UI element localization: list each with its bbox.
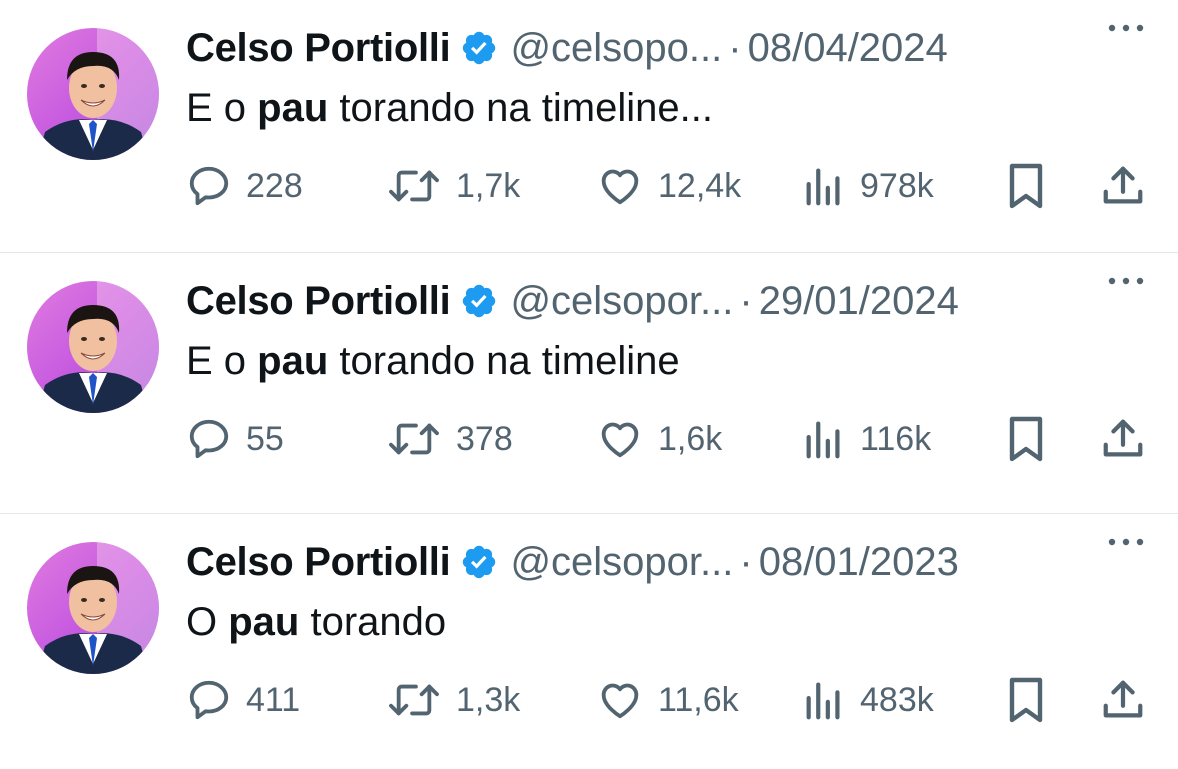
retweet-button[interactable]: 1,7k [386, 160, 520, 212]
retweet-icon [389, 170, 439, 202]
share-upload-icon [1103, 166, 1143, 204]
views-button[interactable]: 483k [802, 674, 934, 726]
bookmark-button[interactable] [1004, 674, 1048, 726]
avatar[interactable] [27, 542, 159, 674]
retweet-button[interactable]: 378 [386, 413, 513, 465]
author-handle[interactable]: @celsopo... [510, 26, 722, 71]
share-button[interactable] [1100, 413, 1146, 465]
views-count: 978k [860, 166, 934, 205]
reply-count: 411 [246, 680, 301, 719]
tweet-header: Celso Portiolli @celsopor... · 08/01/202… [186, 536, 1138, 588]
views-count: 116k [860, 419, 932, 458]
views-count: 483k [860, 680, 934, 719]
action-bar: 411 1,3k 11,6k 483k [186, 674, 1154, 726]
heart-icon [601, 422, 639, 458]
tweet-date[interactable]: 08/04/2024 [748, 26, 948, 71]
verified-badge-icon [463, 284, 496, 318]
avatar[interactable] [27, 28, 159, 160]
heart-icon [601, 683, 639, 719]
reply-count: 55 [246, 419, 284, 458]
tweet-header: Celso Portiolli @celsopo... · 08/04/2024 [186, 22, 1138, 74]
author-name[interactable]: Celso Portiolli [186, 26, 451, 71]
bookmark-button[interactable] [1004, 160, 1048, 212]
tweet-text: O pau torando [186, 600, 447, 644]
retweet-icon [389, 423, 439, 455]
tweet-text-bold: pau [257, 86, 329, 130]
share-button[interactable] [1100, 674, 1146, 726]
speech-bubble-icon [189, 680, 229, 720]
views-button[interactable]: 116k [802, 413, 931, 465]
separator-dot: · [728, 25, 742, 70]
timeline: Celso Portiolli @celsopo... · 08/04/2024… [0, 0, 1178, 769]
bookmark-button[interactable] [1004, 413, 1048, 465]
like-count: 11,6k [658, 680, 739, 719]
bookmark-icon [1009, 416, 1043, 462]
bookmark-icon [1009, 677, 1043, 723]
retweet-button[interactable]: 1,3k [386, 674, 520, 726]
retweet-count: 1,3k [456, 680, 521, 719]
action-bar: 228 1,7k 12,4k 978k [186, 160, 1154, 212]
like-count: 12,4k [658, 166, 742, 205]
verified-badge-icon [463, 31, 496, 65]
like-button[interactable]: 11,6k [596, 674, 739, 726]
tweet[interactable]: Celso Portiolli @celsopor... · 08/01/202… [0, 513, 1178, 769]
tweet-text: E o pau torando na timeline [186, 339, 680, 383]
author-handle[interactable]: @celsopor... [510, 540, 733, 585]
retweet-count: 1,7k [456, 166, 521, 205]
tweet-text-bold: pau [257, 339, 329, 383]
three-dots-icon[interactable] [1104, 532, 1148, 552]
bookmark-icon [1009, 163, 1043, 209]
heart-icon [601, 169, 639, 205]
three-dots-icon[interactable] [1104, 271, 1148, 291]
bar-chart-icon [806, 421, 840, 459]
speech-bubble-icon [189, 419, 229, 459]
bar-chart-icon [806, 168, 840, 206]
like-button[interactable]: 12,4k [596, 160, 741, 212]
share-button[interactable] [1100, 160, 1146, 212]
retweet-icon [389, 684, 439, 716]
author-handle[interactable]: @celsopor... [510, 279, 733, 324]
tweet[interactable]: Celso Portiolli @celsopor... · 29/01/202… [0, 252, 1178, 513]
avatar[interactable] [27, 281, 159, 413]
reply-count: 228 [246, 166, 303, 205]
reply-button[interactable]: 55 [186, 413, 284, 465]
author-name[interactable]: Celso Portiolli [186, 279, 451, 324]
retweet-count: 378 [456, 419, 513, 458]
verified-badge-icon [463, 545, 496, 579]
tweet-date[interactable]: 08/01/2023 [759, 540, 959, 585]
separator-dot: · [739, 539, 753, 584]
tweet-date[interactable]: 29/01/2024 [759, 279, 959, 324]
tweet[interactable]: Celso Portiolli @celsopo... · 08/04/2024… [0, 0, 1178, 252]
views-button[interactable]: 978k [802, 160, 934, 212]
like-count: 1,6k [658, 419, 723, 458]
share-upload-icon [1103, 680, 1143, 718]
tweet-header: Celso Portiolli @celsopor... · 29/01/202… [186, 275, 1138, 327]
reply-button[interactable]: 228 [186, 160, 303, 212]
share-upload-icon [1103, 419, 1143, 457]
three-dots-icon[interactable] [1104, 18, 1148, 38]
speech-bubble-icon [189, 166, 229, 206]
reply-button[interactable]: 411 [186, 674, 300, 726]
separator-dot: · [739, 278, 753, 323]
action-bar: 55 378 1,6k 116k [186, 413, 1154, 465]
bar-chart-icon [806, 682, 840, 720]
tweet-text-bold: pau [228, 600, 300, 644]
tweet-text: E o pau torando na timeline... [186, 86, 713, 130]
author-name[interactable]: Celso Portiolli [186, 540, 451, 585]
like-button[interactable]: 1,6k [596, 413, 722, 465]
